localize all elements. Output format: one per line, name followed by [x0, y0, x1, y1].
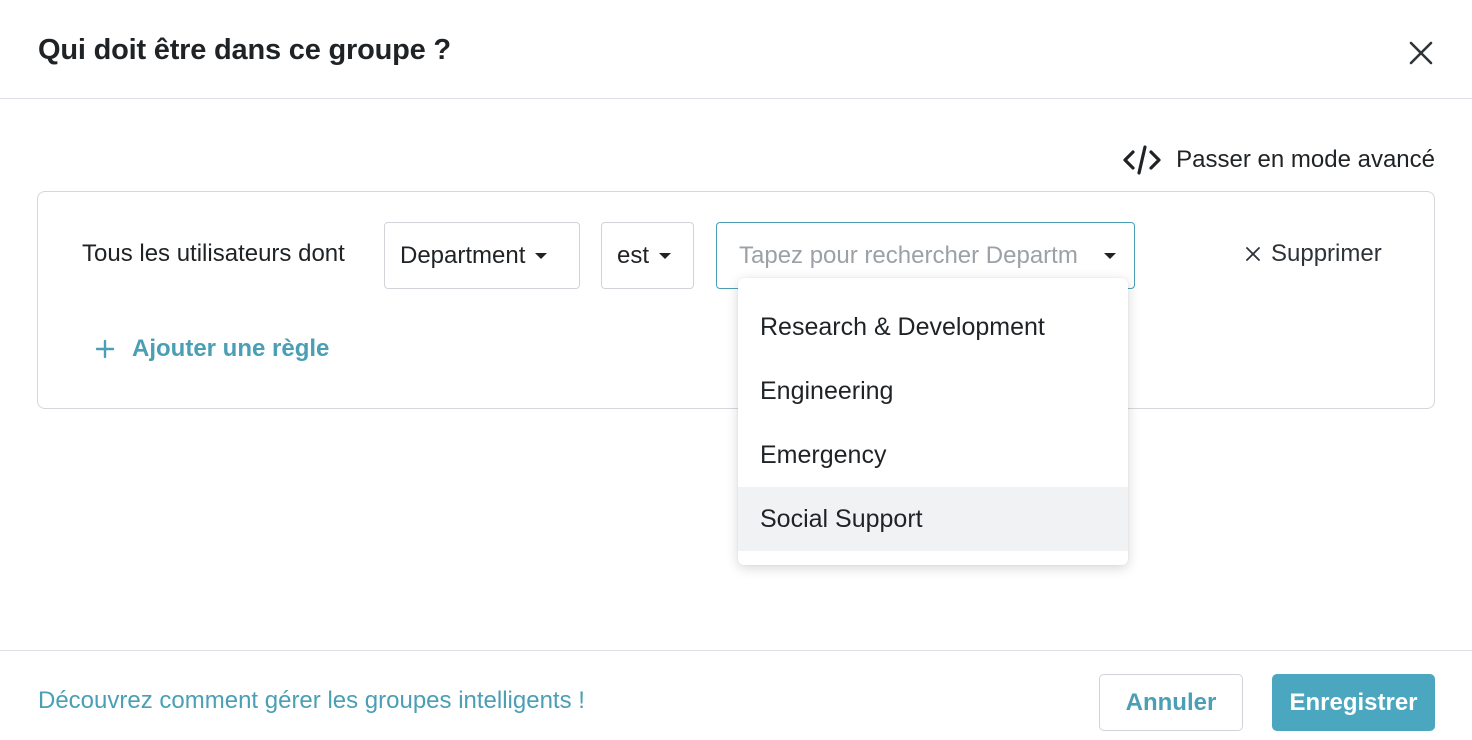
dropdown-option[interactable]: Emergency [738, 423, 1128, 487]
field-select[interactable]: Department [384, 222, 580, 289]
value-dropdown-menu: Research & Development Engineering Emerg… [738, 278, 1128, 565]
caret-down-icon [659, 252, 672, 259]
field-select-value: Department [400, 241, 526, 269]
help-link[interactable]: Découvrez comment gérer les groupes inte… [38, 687, 585, 715]
close-icon [1246, 247, 1260, 261]
close-icon[interactable] [1404, 36, 1438, 70]
delete-rule-button[interactable]: Supprimer [1244, 240, 1382, 268]
dialog-header: Qui doit être dans ce groupe ? [0, 0, 1472, 99]
delete-rule-label: Supprimer [1271, 240, 1382, 267]
dropdown-option[interactable]: Research & Development [738, 295, 1128, 359]
advanced-mode-label: Passer en mode avancé [1176, 146, 1435, 173]
save-button[interactable]: Enregistrer [1272, 674, 1435, 731]
rule-label: Tous les utilisateurs dont [82, 240, 345, 267]
code-icon [1123, 145, 1161, 175]
operator-select[interactable]: est [601, 222, 694, 289]
cancel-button[interactable]: Annuler [1099, 674, 1243, 731]
dialog-title: Qui doit être dans ce groupe ? [38, 34, 451, 66]
advanced-mode-button[interactable]: Passer en mode avancé [1122, 142, 1435, 178]
dropdown-option-highlighted[interactable]: Social Support [738, 487, 1128, 551]
value-search-input[interactable] [739, 241, 1079, 270]
dropdown-option[interactable]: Engineering [738, 359, 1128, 423]
smart-group-dialog: Qui doit être dans ce groupe ? Passer en… [0, 0, 1472, 740]
add-rule-button[interactable]: Ajouter une règle [94, 335, 329, 363]
operator-select-value: est [617, 241, 650, 269]
plus-icon [95, 339, 115, 359]
dialog-footer: Découvrez comment gérer les groupes inte… [0, 650, 1472, 740]
caret-down-icon [535, 252, 548, 259]
add-rule-label: Ajouter une règle [132, 335, 330, 362]
caret-down-icon[interactable] [1104, 252, 1116, 259]
